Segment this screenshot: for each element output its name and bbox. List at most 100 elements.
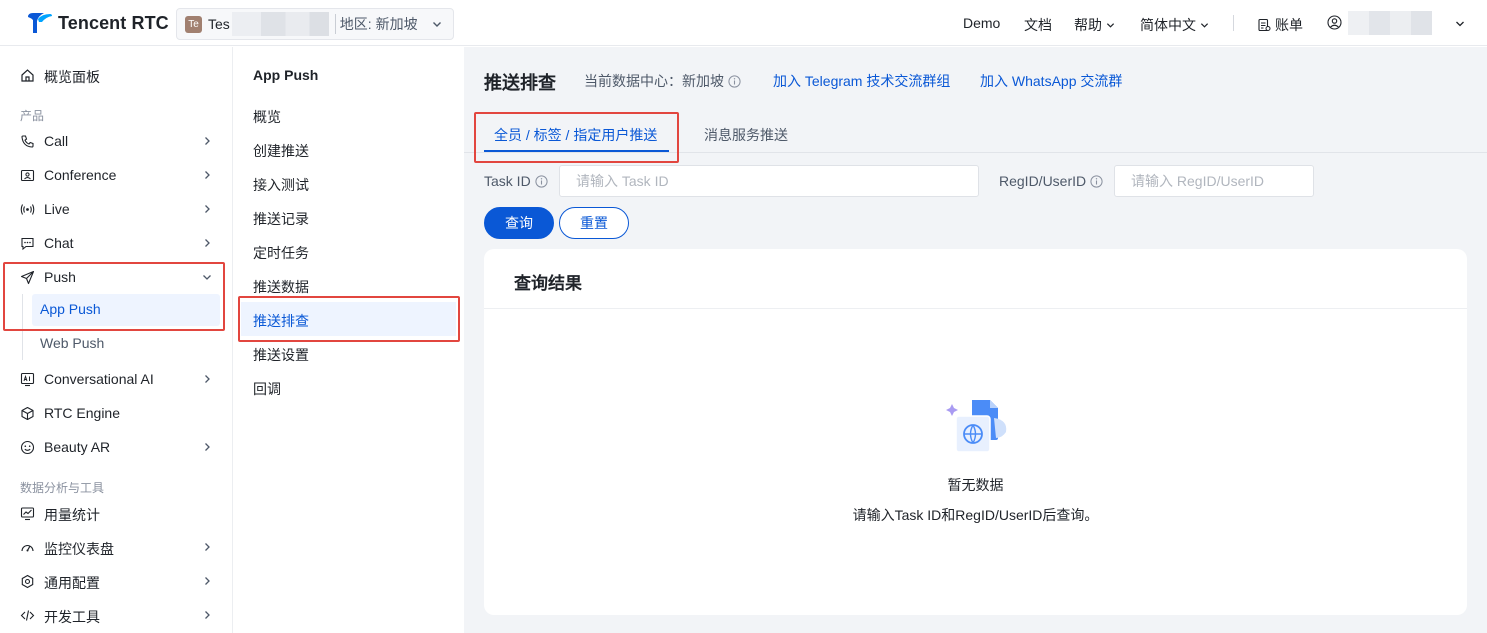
sidebar-item-chat[interactable]: Chat bbox=[0, 226, 232, 260]
sidebar-item-push[interactable]: Push bbox=[0, 260, 232, 294]
chevron-right-icon bbox=[205, 443, 210, 451]
regid-label-text: RegID/UserID bbox=[999, 173, 1087, 189]
nav-help-label: 帮助 bbox=[1074, 17, 1102, 33]
info-icon[interactable] bbox=[1090, 174, 1103, 188]
sidebar-item-overview[interactable]: 概览面板 bbox=[0, 58, 232, 92]
query-button[interactable]: 查询 bbox=[484, 207, 554, 239]
gear-icon bbox=[21, 574, 34, 589]
divider bbox=[484, 308, 1467, 309]
submenu-item-label: 推送排查 bbox=[253, 313, 309, 329]
tab-message-service-push[interactable]: 消息服务推送 bbox=[704, 125, 788, 145]
brand-logo[interactable]: Tencent RTC bbox=[26, 11, 169, 35]
nav-language-menu[interactable]: 简体中文 bbox=[1140, 15, 1209, 35]
phone-icon bbox=[21, 135, 34, 148]
sidebar-item-app-push[interactable]: App Push bbox=[32, 294, 220, 326]
nav-billing-link[interactable]: 账单 bbox=[1257, 15, 1303, 35]
home-icon bbox=[21, 69, 34, 82]
sidebar-item-label: RTC Engine bbox=[44, 405, 121, 421]
data-center-label: 当前数据中心：新加坡 bbox=[584, 73, 724, 89]
page-header: 推送排查 当前数据中心：新加坡 加入 Telegram 技术交流群组 加入 Wh… bbox=[464, 47, 1487, 153]
regid-input[interactable] bbox=[1114, 165, 1314, 197]
sidebar-item-conversational-ai[interactable]: Conversational AI bbox=[0, 362, 232, 396]
gauge-icon bbox=[21, 545, 34, 552]
sidebar-item-web-push[interactable]: Web Push bbox=[32, 328, 220, 360]
sidebar-item-label: Web Push bbox=[40, 335, 105, 351]
submenu-item-troubleshoot[interactable]: 推送排查 bbox=[241, 302, 456, 336]
submenu-item-label: 推送记录 bbox=[253, 211, 309, 227]
submenu-item-label: 创建推送 bbox=[253, 143, 309, 159]
submenu-item-label: 回调 bbox=[253, 381, 281, 397]
empty-state-title: 暂无数据 bbox=[947, 477, 1004, 493]
sidebar-item-label: Conversational AI bbox=[44, 371, 154, 387]
submenu-item-push-data[interactable]: 推送数据 bbox=[241, 268, 456, 302]
app-push-menu: App Push 概览 创建推送 接入测试 推送记录 定时任务 推送数据 推送排… bbox=[233, 47, 464, 633]
sidebar-item-label: Conference bbox=[44, 167, 117, 183]
reset-button[interactable]: 重置 bbox=[559, 207, 629, 239]
divider bbox=[334, 14, 336, 34]
tab-bar: 全员 / 标签 / 指定用户推送 消息服务推送 bbox=[464, 117, 1487, 153]
nav-language-label: 简体中文 bbox=[1140, 17, 1196, 33]
sidebar-item-label: 开发工具 bbox=[44, 609, 100, 625]
tab-broadcast-push[interactable]: 全员 / 标签 / 指定用户推送 bbox=[494, 125, 657, 145]
telegram-group-link[interactable]: 加入 Telegram 技术交流群组 bbox=[773, 71, 950, 91]
beauty-icon bbox=[20, 440, 35, 455]
sidebar-item-rtc-engine[interactable]: RTC Engine bbox=[0, 396, 232, 430]
chevron-right-icon bbox=[205, 375, 210, 383]
chevron-down-icon bbox=[1106, 22, 1115, 28]
nav-billing-label: 账单 bbox=[1275, 17, 1303, 33]
chevron-down-icon bbox=[203, 275, 211, 280]
submenu-item-label: 推送数据 bbox=[253, 279, 309, 295]
submenu-item-integration-test[interactable]: 接入测试 bbox=[241, 166, 456, 200]
user-name-redacted[interactable] bbox=[1348, 11, 1432, 35]
sidebar-section-products: 产品 bbox=[20, 109, 45, 123]
main-content: 推送排查 当前数据中心：新加坡 加入 Telegram 技术交流群组 加入 Wh… bbox=[464, 47, 1487, 633]
nav-help-menu[interactable]: 帮助 bbox=[1074, 15, 1115, 35]
info-icon[interactable] bbox=[728, 74, 741, 88]
whatsapp-group-link[interactable]: 加入 WhatsApp 交流群 bbox=[980, 71, 1122, 91]
results-card: 查询结果 暂无数据 请输入Task ID和RegID/UserID后查询。 bbox=[484, 249, 1467, 615]
sidebar-item-beauty-ar[interactable]: Beauty AR bbox=[0, 430, 232, 464]
sidebar-section-analytics: 数据分析与工具 bbox=[20, 481, 105, 495]
chevron-down-icon[interactable] bbox=[1455, 19, 1465, 29]
results-title: 查询结果 bbox=[514, 274, 582, 293]
chevron-down-icon bbox=[1200, 22, 1209, 28]
divider bbox=[1233, 15, 1234, 31]
sidebar-item-usage[interactable]: 用量统计 bbox=[0, 496, 232, 530]
submenu-item-push-settings[interactable]: 推送设置 bbox=[241, 336, 456, 370]
empty-state-description: 请输入Task ID和RegID/UserID后查询。 bbox=[852, 507, 1099, 523]
sidebar-item-label: Beauty AR bbox=[44, 439, 111, 455]
chevron-right-icon bbox=[205, 205, 210, 213]
sidebar-item-config[interactable]: 通用配置 bbox=[0, 564, 232, 598]
sidebar-item-conference[interactable]: Conference bbox=[0, 158, 232, 192]
sidebar-item-monitor[interactable]: 监控仪表盘 bbox=[0, 530, 232, 564]
nav-demo-link[interactable]: Demo bbox=[963, 15, 1000, 31]
nav-docs-link[interactable]: 文档 bbox=[1024, 15, 1052, 35]
submenu-item-overview[interactable]: 概览 bbox=[241, 98, 456, 132]
submenu-item-create-push[interactable]: 创建推送 bbox=[241, 132, 456, 166]
submenu-item-label: 概览 bbox=[253, 109, 281, 125]
sidebar-item-dev-tools[interactable]: 开发工具 bbox=[0, 598, 232, 632]
broadcast-icon bbox=[20, 204, 35, 215]
project-badge: Te bbox=[185, 15, 202, 33]
submenu-item-label: 推送设置 bbox=[253, 347, 309, 363]
submenu-item-label: 接入测试 bbox=[253, 177, 309, 193]
chevron-right-icon bbox=[205, 543, 210, 551]
regid-label: RegID/UserID bbox=[999, 173, 1103, 189]
submenu-item-scheduled-tasks[interactable]: 定时任务 bbox=[241, 234, 456, 268]
info-icon[interactable] bbox=[535, 174, 548, 188]
submenu-item-push-records[interactable]: 推送记录 bbox=[241, 200, 456, 234]
sidebar-item-call[interactable]: Call bbox=[0, 124, 232, 158]
data-center-info: 当前数据中心：新加坡 bbox=[584, 71, 741, 91]
submenu-item-callback[interactable]: 回调 bbox=[241, 370, 456, 404]
project-name: Tes bbox=[208, 16, 230, 32]
tab-active-indicator bbox=[484, 150, 669, 152]
send-icon bbox=[20, 270, 35, 285]
empty-data-icon bbox=[946, 400, 1007, 453]
user-icon[interactable] bbox=[1327, 15, 1342, 30]
sidebar-item-live[interactable]: Live bbox=[0, 192, 232, 226]
sidebar-item-label: 概览面板 bbox=[44, 69, 100, 85]
project-selector[interactable]: Te Tes 地区: 新加坡 bbox=[176, 8, 454, 40]
task-id-input[interactable] bbox=[559, 165, 979, 197]
task-id-label: Task ID bbox=[484, 173, 548, 189]
chevron-right-icon bbox=[205, 239, 210, 247]
